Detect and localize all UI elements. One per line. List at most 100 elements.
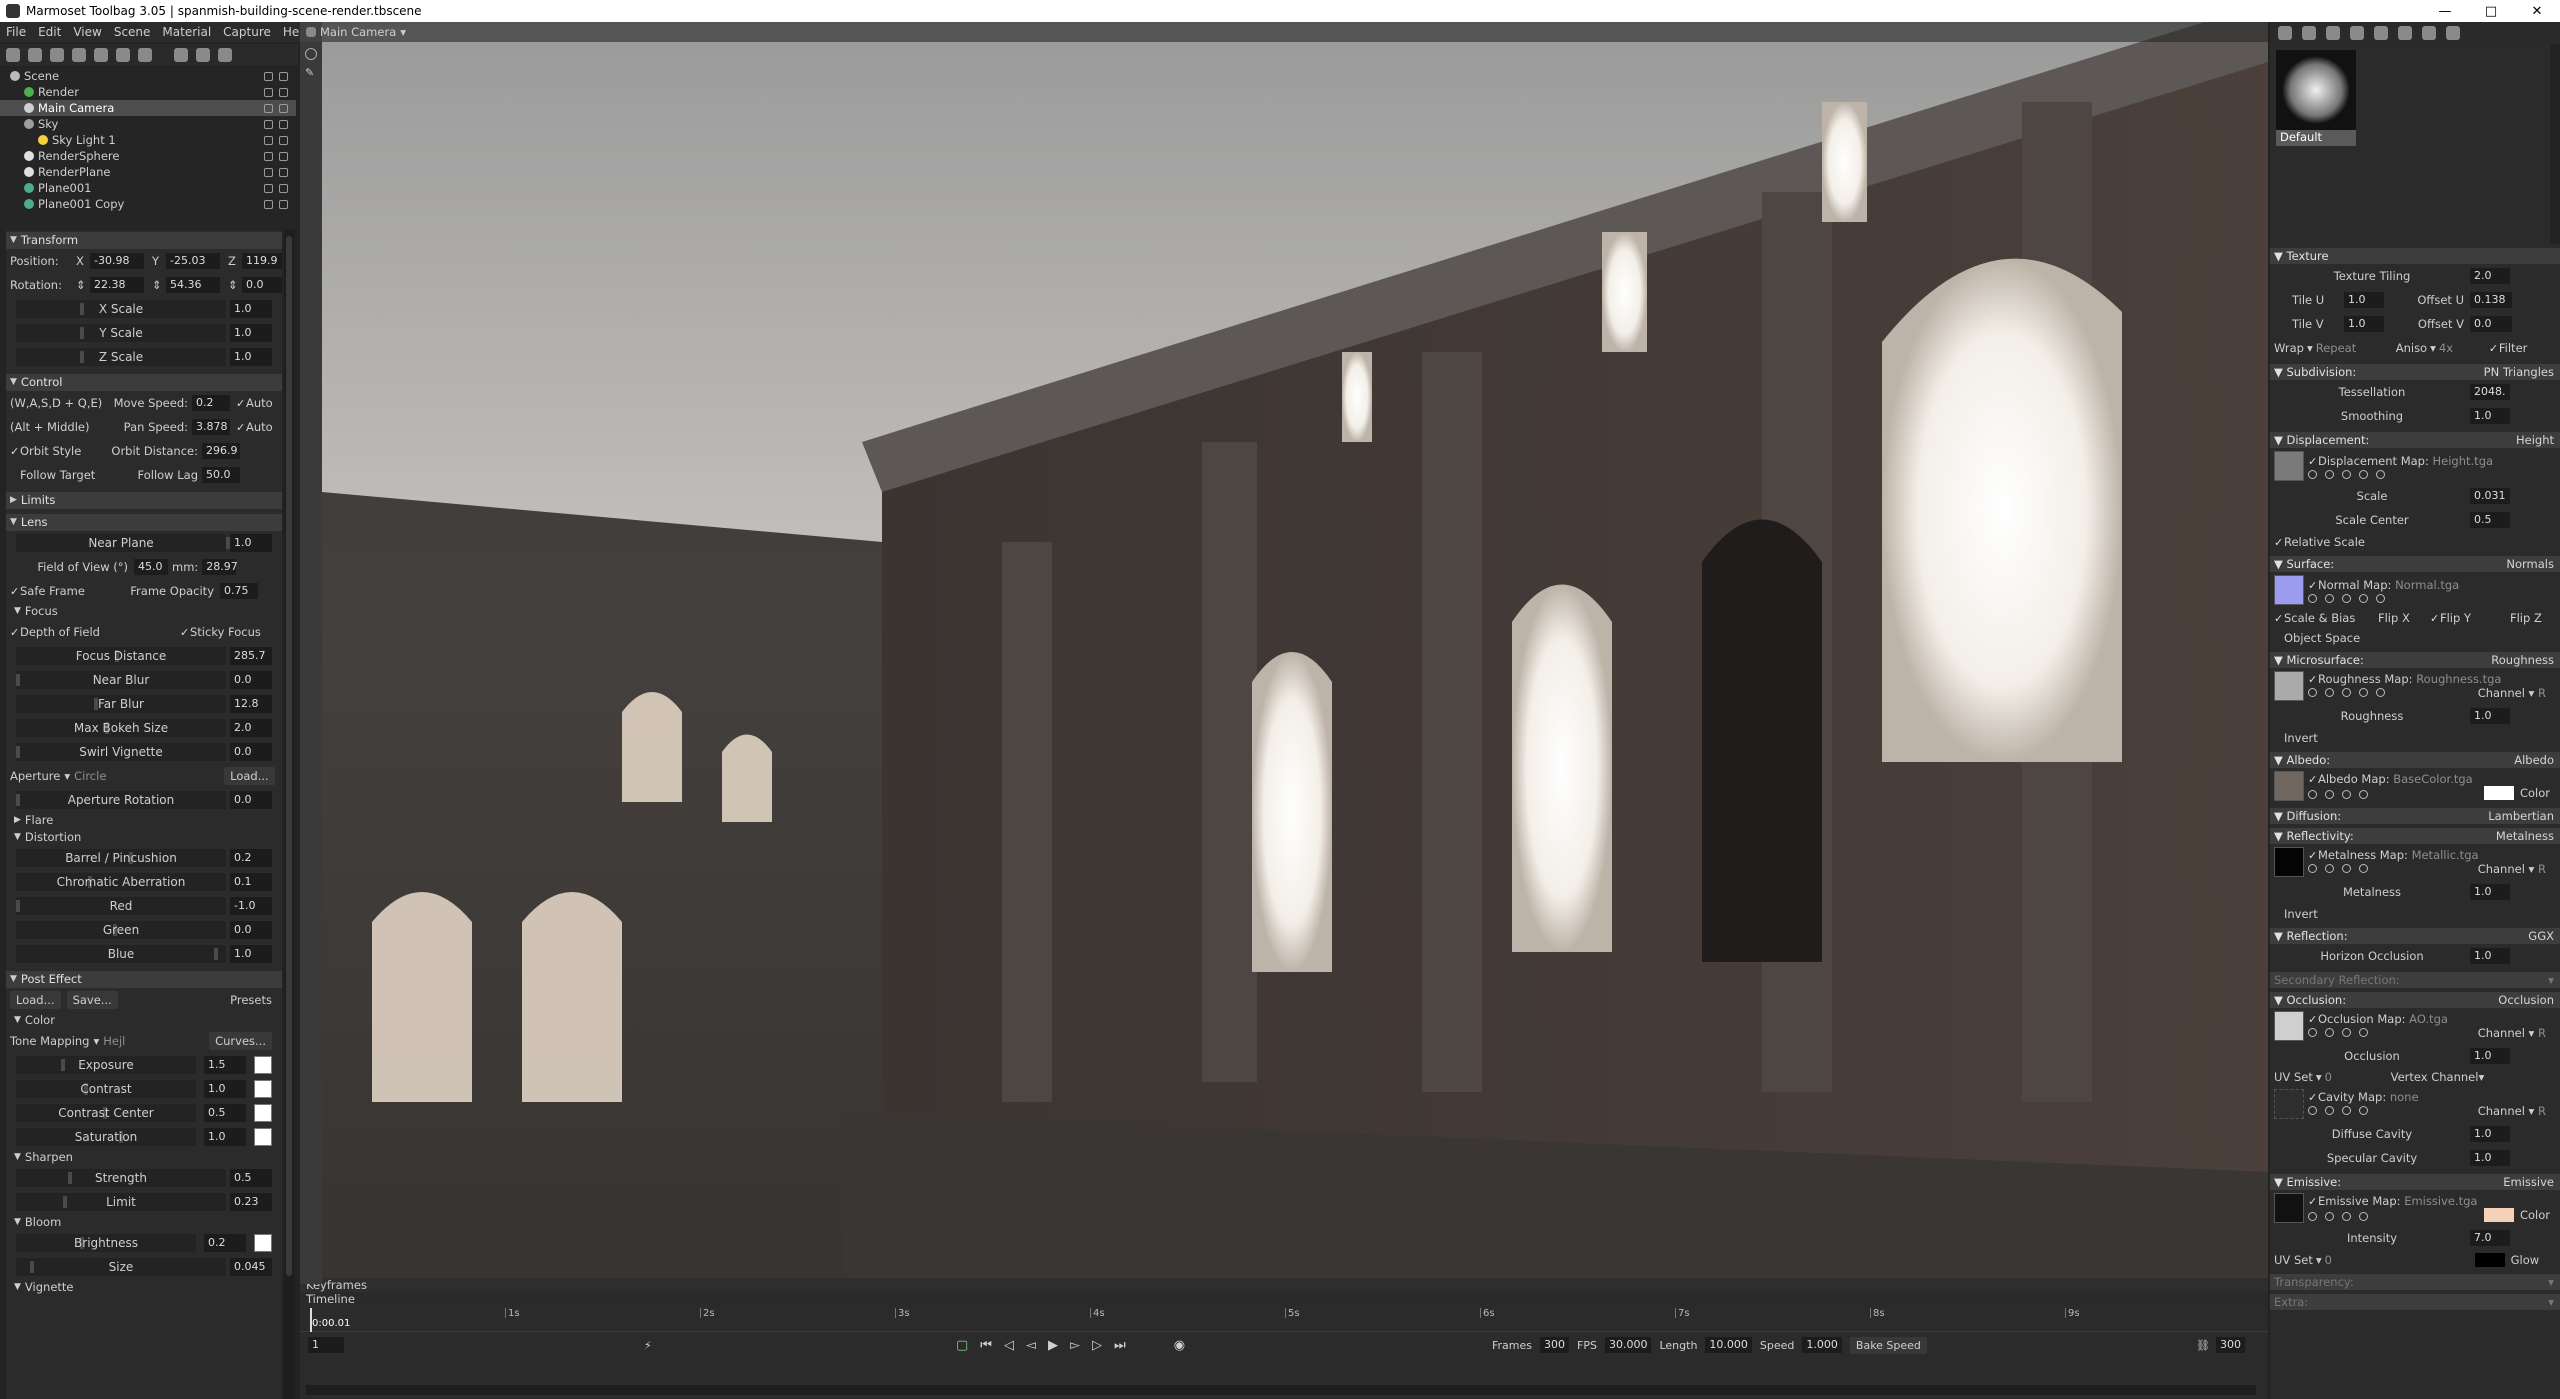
disp-scale-row[interactable]: Scale 0.031 bbox=[2270, 484, 2560, 508]
offset-v-field[interactable]: 0.0 bbox=[2470, 316, 2512, 332]
vertex-channel-dropdown[interactable]: Vertex Channel bbox=[2391, 1070, 2479, 1084]
slider-value[interactable]: 2.0 bbox=[230, 719, 272, 737]
menu-scene[interactable]: Scene bbox=[108, 25, 157, 39]
metalness-row[interactable]: Metalness 1.0 bbox=[2270, 880, 2560, 904]
flip-x-label[interactable]: Flip X bbox=[2378, 611, 2430, 625]
post-load-button[interactable]: Load... bbox=[10, 991, 61, 1009]
aniso-value[interactable]: 4x bbox=[2439, 341, 2489, 355]
channel-value[interactable]: R bbox=[2538, 1026, 2546, 1040]
slider-value[interactable]: 1.5 bbox=[204, 1056, 246, 1074]
slider-row[interactable]: Swirl Vignette 0.0 bbox=[6, 740, 282, 764]
rotation-y-field[interactable]: 54.36 bbox=[166, 277, 220, 293]
render-viewport[interactable]: Main Camera ▾ ✎ bbox=[300, 22, 2268, 1284]
texture-clear-icon[interactable] bbox=[2359, 864, 2368, 873]
duplicate-icon[interactable] bbox=[196, 48, 210, 62]
albedo-mode[interactable]: Albedo bbox=[2514, 752, 2554, 768]
tone-mapping-value[interactable]: Hejl bbox=[103, 1034, 193, 1048]
auto-move-checkbox[interactable]: ✓ bbox=[236, 397, 246, 410]
tone-mapping-dropdown-icon[interactable]: ▾ bbox=[93, 1034, 99, 1048]
texture-tiling-row[interactable]: Texture Tiling 2.0 bbox=[2270, 264, 2560, 288]
reflectivity-section[interactable]: ▼ Reflectivity: Metalness bbox=[2270, 828, 2560, 844]
texture-search-icon[interactable] bbox=[2325, 469, 2334, 479]
texture-settings-icon[interactable] bbox=[2308, 1028, 2317, 1037]
section-limits[interactable]: ▶ Limits bbox=[6, 492, 282, 509]
outliner-item[interactable]: Main Camera bbox=[0, 100, 296, 116]
emissive-map-file[interactable]: Emissive.tga bbox=[2404, 1194, 2477, 1208]
reflectivity-mode[interactable]: Metalness bbox=[2496, 828, 2554, 844]
slider-row[interactable]: Green 0.0 bbox=[6, 918, 282, 942]
specular-cavity-row[interactable]: Specular Cavity 1.0 bbox=[2270, 1146, 2560, 1170]
library-scrollbar[interactable] bbox=[2550, 44, 2560, 244]
occlusion-mode[interactable]: Occlusion bbox=[2498, 992, 2554, 1008]
auto-pan-checkbox[interactable]: ✓ bbox=[236, 421, 246, 434]
subdivision-mode[interactable]: PN Triangles bbox=[2484, 364, 2554, 380]
sticky-focus-checkbox[interactable]: ✓ bbox=[180, 626, 190, 639]
secondary-reflection-section[interactable]: Secondary Reflection: ▾ bbox=[2270, 972, 2560, 988]
texture-settings-icon[interactable] bbox=[2308, 1106, 2317, 1115]
texture-clear-icon[interactable] bbox=[2359, 1028, 2368, 1037]
tile-v-field[interactable]: 1.0 bbox=[2344, 316, 2384, 332]
orbit-style-checkbox[interactable]: ✓ bbox=[10, 445, 20, 458]
texture-clear-icon[interactable] bbox=[2376, 688, 2385, 697]
tessellation-row[interactable]: Tessellation 2048. bbox=[2270, 380, 2560, 404]
slider-value[interactable]: 0.045 bbox=[230, 1258, 272, 1276]
play-icon[interactable]: ▶ bbox=[1048, 1338, 1058, 1353]
slider-value[interactable]: 1.0 bbox=[204, 1128, 246, 1146]
texture-settings-icon[interactable] bbox=[2308, 864, 2317, 873]
camera-dropdown-icon[interactable]: ▾ bbox=[400, 25, 406, 39]
zscale-slider[interactable]: Z Scale 1.0 bbox=[6, 345, 282, 369]
next-key-icon[interactable]: ▷ bbox=[1092, 1338, 1102, 1353]
maximize-button[interactable]: □ bbox=[2468, 4, 2514, 19]
surface-mode[interactable]: Normals bbox=[2506, 556, 2554, 572]
section-post-effect[interactable]: ▼ Post Effect bbox=[6, 971, 282, 988]
position-x-field[interactable]: -30.98 bbox=[90, 253, 144, 269]
cavity-map-checkbox[interactable]: ✓ bbox=[2308, 1091, 2318, 1104]
eye-icon[interactable] bbox=[279, 167, 288, 177]
near-plane-slider[interactable]: Near Plane 1.0 bbox=[6, 531, 282, 555]
texture-search-icon[interactable] bbox=[2325, 1106, 2334, 1115]
material-options-icon[interactable] bbox=[2326, 26, 2340, 40]
link-icon[interactable]: ⛓ bbox=[2196, 1339, 2210, 1352]
disp-scale-value[interactable]: 0.031 bbox=[2470, 488, 2510, 504]
outliner-item[interactable]: RenderPlane bbox=[0, 164, 296, 180]
lock-icon[interactable] bbox=[264, 167, 273, 177]
rotation-z-field[interactable]: 0.0 bbox=[242, 277, 282, 293]
normal-thumbnail[interactable] bbox=[2274, 575, 2304, 605]
microsurface-section[interactable]: ▼ Microsurface: Roughness bbox=[2270, 652, 2560, 668]
albedo-color-swatch[interactable] bbox=[2483, 786, 2514, 800]
safe-frame-checkbox[interactable]: ✓ bbox=[10, 585, 20, 598]
horizon-occlusion-value[interactable]: 1.0 bbox=[2470, 948, 2510, 964]
fov-field[interactable]: 45.0 bbox=[134, 559, 168, 575]
flip-y-checkbox[interactable]: ✓ bbox=[2430, 612, 2440, 625]
eye-icon[interactable] bbox=[279, 71, 288, 81]
menu-file[interactable]: File bbox=[0, 25, 32, 39]
emissive-mode[interactable]: Emissive bbox=[2503, 1174, 2554, 1190]
slider-row[interactable]: Size 0.045 bbox=[6, 1255, 282, 1279]
roughness-map-checkbox[interactable]: ✓ bbox=[2308, 673, 2318, 686]
reflection-mode[interactable]: GGX bbox=[2528, 928, 2554, 944]
uvset-value[interactable]: 0 bbox=[2325, 1070, 2391, 1084]
slider-row[interactable]: Brightness 0.2 bbox=[6, 1231, 282, 1255]
eye-icon[interactable] bbox=[279, 87, 288, 97]
slider-row[interactable]: Red -1.0 bbox=[6, 894, 282, 918]
menu-view[interactable]: View bbox=[67, 25, 107, 39]
outliner-item[interactable]: Render bbox=[0, 84, 296, 100]
slider-value[interactable]: 1.0 bbox=[230, 945, 272, 963]
texture-edit-icon[interactable] bbox=[2342, 1106, 2351, 1115]
diffusion-mode[interactable]: Lambertian bbox=[2488, 808, 2554, 824]
new-material-icon[interactable] bbox=[2278, 26, 2292, 40]
roughness-value[interactable]: 1.0 bbox=[2470, 708, 2510, 724]
left-panel-scrollbar[interactable] bbox=[284, 230, 294, 1399]
uvset-dropdown-icon[interactable]: ▾ bbox=[2316, 1253, 2322, 1267]
color-subsection[interactable]: ▼ Color bbox=[6, 1012, 282, 1029]
texture-section[interactable]: ▼ Texture bbox=[2270, 248, 2560, 264]
channel-value[interactable]: R bbox=[2538, 862, 2546, 876]
uvset-dropdown-icon[interactable]: ▾ bbox=[2316, 1070, 2322, 1084]
texture-edit-icon[interactable] bbox=[2342, 593, 2351, 603]
slider-value[interactable]: 0.0 bbox=[230, 921, 272, 939]
slider-value[interactable]: -1.0 bbox=[230, 897, 272, 915]
camera-menu[interactable]: Main Camera bbox=[320, 25, 396, 39]
reflection-section[interactable]: ▼ Reflection: GGX bbox=[2270, 928, 2560, 944]
texture-search-icon[interactable] bbox=[2325, 864, 2334, 873]
outliner-item[interactable]: Sky bbox=[0, 116, 296, 132]
